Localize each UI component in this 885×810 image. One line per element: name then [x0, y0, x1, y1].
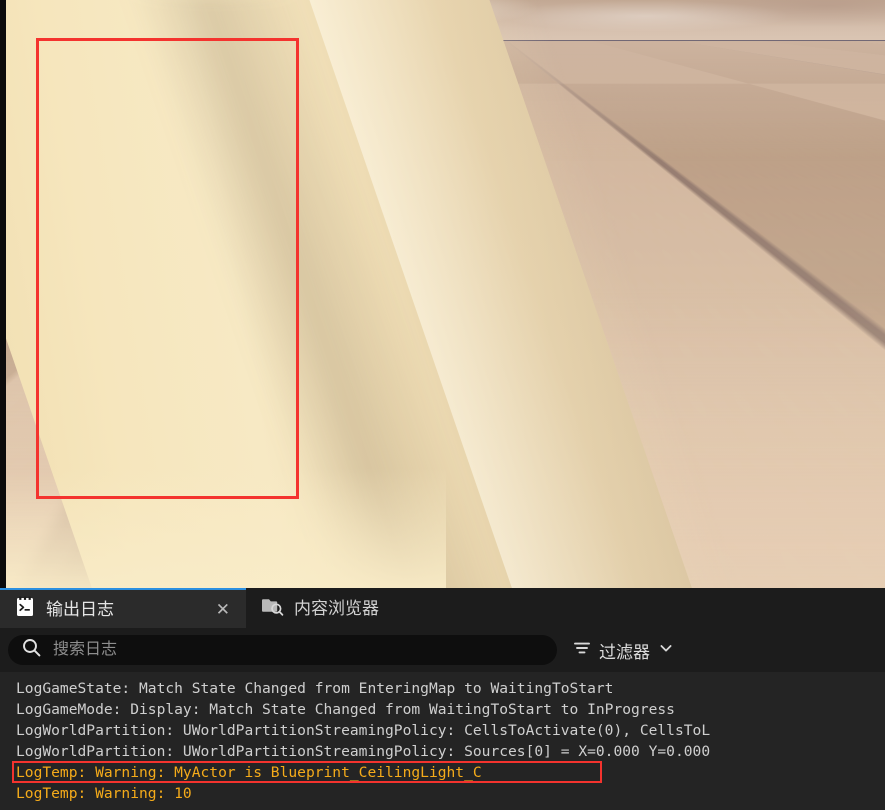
tab-content-browser[interactable]: 内容浏览器 — [246, 588, 393, 628]
log-line[interactable]: LogGameMode: Display: Match State Change… — [0, 699, 885, 720]
chevron-down-icon — [658, 640, 674, 661]
tab-output-log[interactable]: 输出日志 ✕ — [0, 588, 246, 628]
panel-tab-strip: 输出日志 ✕ 内容浏览器 — [0, 588, 885, 628]
tab-close-icon[interactable]: ✕ — [214, 601, 232, 618]
output-log-panel: 输出日志 ✕ 内容浏览器 搜索日志 过滤器 LogGameState: Matc… — [0, 588, 885, 810]
log-filter-button[interactable]: 过滤器 — [567, 634, 680, 667]
log-toolbar: 过滤器 — [0, 628, 885, 672]
log-output-area[interactable]: LogGameState: Match State Changed from E… — [0, 672, 885, 810]
tab-content-browser-label: 内容浏览器 — [294, 598, 379, 618]
log-line[interactable]: LogTemp: Warning: 10 — [0, 783, 885, 804]
log-search-box[interactable] — [8, 635, 557, 665]
log-line[interactable]: LogTemp: Warning: MyActor is Blueprint_C… — [0, 761, 885, 783]
tab-output-log-label: 输出日志 — [46, 599, 114, 619]
content-browser-icon — [260, 595, 284, 622]
log-line[interactable]: LogWorldPartition: UWorldPartitionStream… — [0, 720, 885, 741]
level-viewport[interactable] — [0, 0, 885, 588]
ground-plane — [6, 41, 885, 588]
sky-backdrop — [6, 0, 885, 42]
log-filter-label: 过滤器 — [599, 642, 650, 662]
output-log-icon — [14, 596, 36, 623]
editor-window: 输出日志 ✕ 内容浏览器 搜索日志 过滤器 LogGameState: Matc… — [0, 0, 885, 810]
log-line[interactable]: LogWorldPartition: UWorldPartitionStream… — [0, 741, 885, 762]
log-search-input[interactable] — [51, 640, 543, 660]
filter-icon — [573, 639, 591, 662]
viewport-render-surface[interactable] — [6, 0, 885, 588]
search-icon — [22, 638, 41, 662]
log-line[interactable]: LogGameState: Match State Changed from E… — [0, 678, 885, 699]
